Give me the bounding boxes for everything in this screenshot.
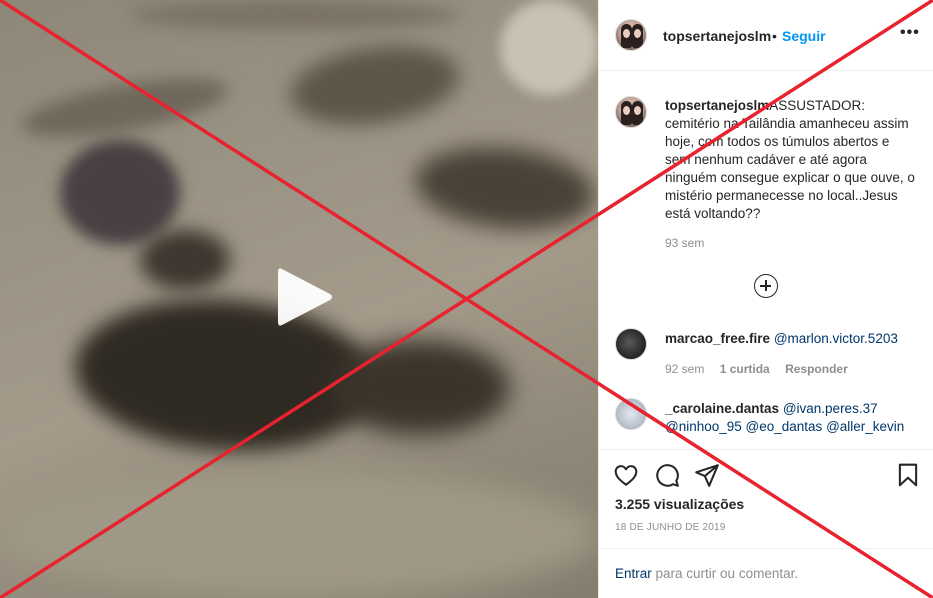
comment-mention[interactable]: @eo_dantas [746, 419, 823, 434]
comment-timestamp: 92 sem [665, 362, 705, 376]
video-player[interactable] [0, 0, 598, 598]
video-frame-open-grave [330, 340, 510, 435]
video-frame-tombstone [60, 140, 180, 245]
post-date: 18 DE JUNHO DE 2019 [615, 522, 726, 533]
header-username[interactable]: topsertanejoslm [663, 28, 771, 44]
comment-icon[interactable] [654, 462, 680, 488]
comment-mention[interactable]: @aller_kevin [826, 419, 904, 434]
comment-username[interactable]: _carolaine.dantas [665, 401, 779, 416]
share-icon[interactable] [694, 462, 720, 488]
caption-timestamp: 93 sem [665, 236, 705, 250]
more-options-icon[interactable]: ••• [900, 24, 920, 42]
caption-text: topsertanejoslmASSUSTADOR: cemitério na … [665, 97, 915, 223]
login-bar: Entrar para curtir ou comentar. [599, 548, 933, 598]
comment-username[interactable]: marcao_free.fire [665, 331, 770, 346]
plus-circle-icon[interactable] [754, 274, 778, 298]
login-link[interactable]: Entrar [615, 566, 652, 581]
follow-button[interactable]: Seguir [782, 28, 826, 44]
heart-icon[interactable] [613, 462, 639, 488]
action-bar: 3.255 visualizações 18 DE JUNHO DE 2019 [599, 449, 933, 548]
video-frame-open-grave [411, 138, 598, 238]
comment-likes[interactable]: 1 curtida [720, 362, 770, 376]
video-frame-ground [0, 470, 598, 598]
comment-text: marcao_free.fire @marlon.victor.5203 [665, 330, 915, 348]
separator-dot: • [772, 28, 777, 44]
post-header: topsertanejoslm • Seguir ••• [599, 0, 933, 71]
comment-text: _carolaine.dantas @ivan.peres.37 @ninhoo… [665, 400, 915, 436]
login-prompt: Entrar para curtir ou comentar. [615, 566, 798, 581]
comments-section[interactable]: topsertanejoslmASSUSTADOR: cemitério na … [599, 72, 933, 449]
caption-username[interactable]: topsertanejoslm [665, 98, 769, 113]
video-frame-detail [130, 0, 460, 30]
avatar[interactable] [615, 96, 647, 128]
comment-mention[interactable]: @ivan.peres.37 [783, 401, 878, 416]
login-text: para curtir ou comentar. [655, 566, 799, 581]
video-frame-detail [140, 230, 230, 290]
reply-button[interactable]: Responder [785, 362, 848, 376]
video-frame-wall [500, 0, 598, 95]
comment-mention[interactable]: @ninhoo_95 [665, 419, 742, 434]
play-icon[interactable] [270, 263, 336, 331]
video-frame-open-grave [285, 36, 465, 135]
avatar[interactable] [615, 398, 647, 430]
comment-meta: 92 sem 1 curtida Responder [665, 362, 860, 376]
bookmark-icon[interactable] [895, 462, 921, 488]
video-frame-detail [17, 67, 233, 148]
post-panel: topsertanejoslm • Seguir ••• topsertanej… [598, 0, 933, 598]
avatar[interactable] [615, 328, 647, 360]
caption-body: ASSUSTADOR: cemitério na Tailândia amanh… [665, 98, 915, 221]
comment-mention[interactable]: @marlon.victor.5203 [774, 331, 898, 346]
views-count[interactable]: 3.255 visualizações [615, 496, 744, 512]
avatar[interactable] [615, 19, 647, 51]
